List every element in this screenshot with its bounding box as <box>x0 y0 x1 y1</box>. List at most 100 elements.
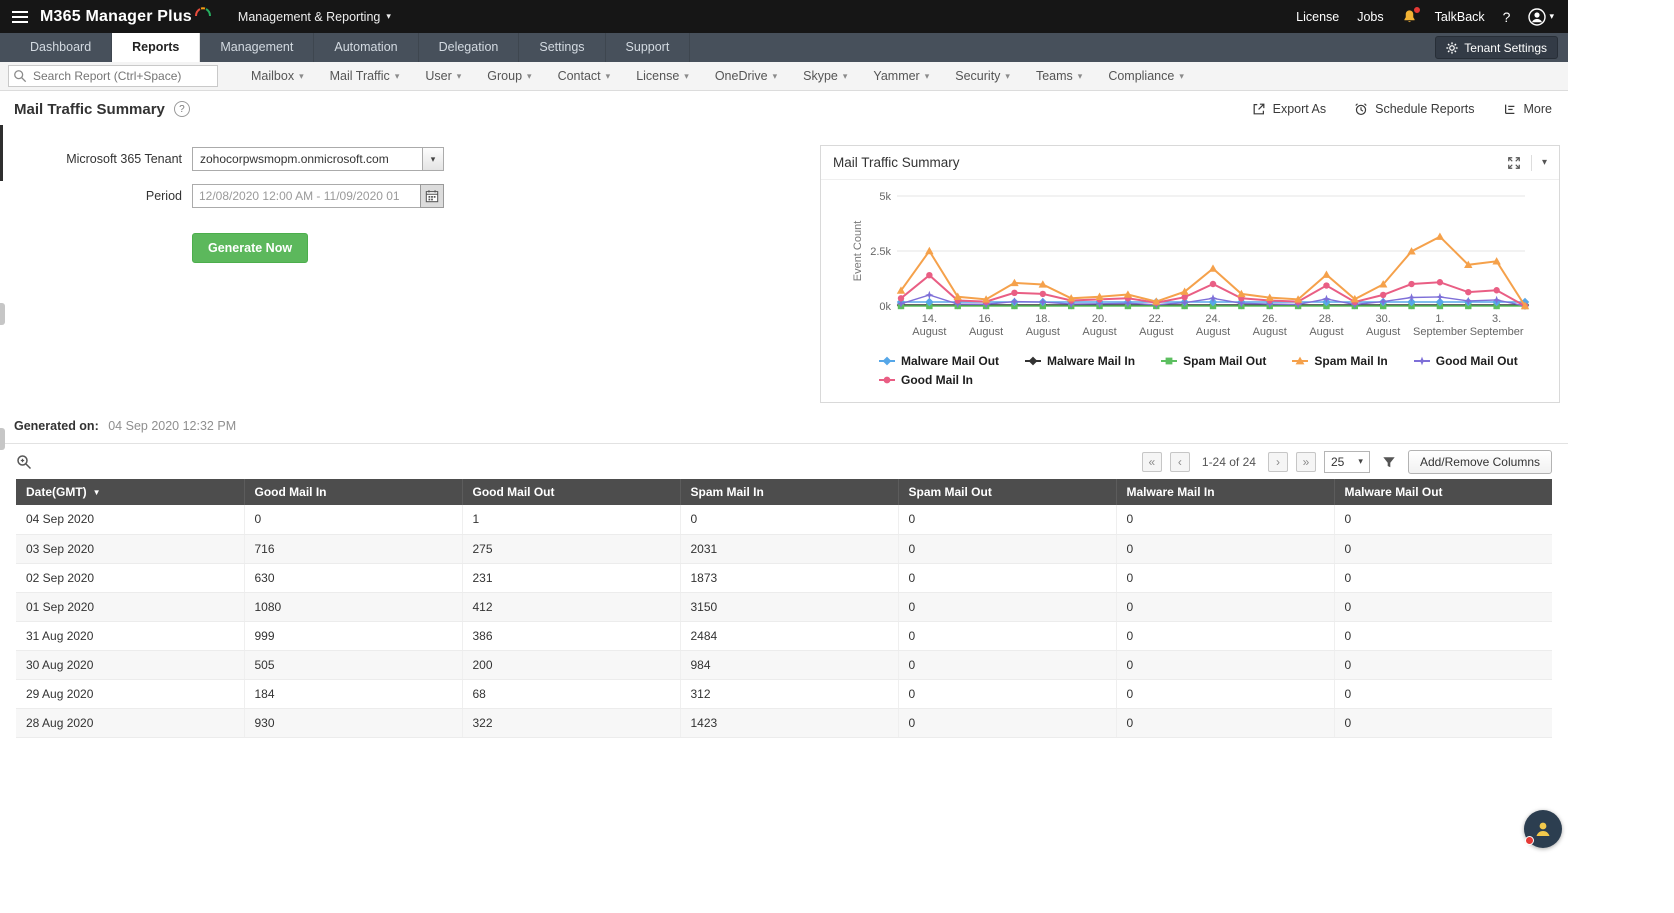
report-menu-yammer[interactable]: Yammer ▾ <box>860 62 942 91</box>
chevron-down-icon: ▾ <box>1549 11 1554 21</box>
nav-tab-delegation[interactable]: Delegation <box>419 33 520 62</box>
report-menu-teams[interactable]: Teams ▾ <box>1023 62 1095 91</box>
report-menu-mailbox[interactable]: Mailbox ▾ <box>238 62 317 91</box>
legend-marker-icon <box>1413 356 1430 366</box>
left-panel-handle[interactable] <box>0 428 5 450</box>
context-switcher[interactable]: Management & Reporting ▾ <box>238 10 391 24</box>
schedule-reports-button[interactable]: Schedule Reports <box>1354 102 1475 116</box>
table-row[interactable]: 29 Aug 2020 184 68 312 0 0 0 <box>16 679 1552 709</box>
report-menu-mail-traffic[interactable]: Mail Traffic ▾ <box>317 62 413 91</box>
page-size-select[interactable]: 25 ▾ <box>1323 450 1370 473</box>
legend-item-good-mail-out[interactable]: Good Mail Out <box>1413 354 1518 368</box>
report-menu-user[interactable]: User ▾ <box>412 62 474 91</box>
pagination-next-button[interactable]: › <box>1267 451 1288 472</box>
legend-item-malware-mail-in[interactable]: Malware Mail In <box>1025 354 1135 368</box>
nav-tab-automation[interactable]: Automation <box>314 33 419 62</box>
table-row[interactable]: 04 Sep 2020 0 1 0 0 0 0 <box>16 505 1552 535</box>
pagination-prev-button[interactable]: ‹ <box>1169 451 1190 472</box>
notifications-bell-icon[interactable] <box>1402 6 1421 24</box>
pagination-last-button[interactable]: » <box>1295 451 1316 472</box>
nav-tab-management[interactable]: Management <box>200 33 315 62</box>
svg-text:28.August: 28. August <box>1309 313 1343 338</box>
table-row[interactable]: 02 Sep 2020 630 231 1873 0 0 0 <box>16 563 1552 593</box>
nav-tab-settings[interactable]: Settings <box>519 33 606 62</box>
license-link[interactable]: License <box>1296 10 1339 24</box>
legend-row: Malware Mail Out Malware Mail In Spam Mail… <box>879 354 1559 368</box>
chart-menu-caret-icon[interactable]: ▾ <box>1542 157 1547 168</box>
period-input[interactable] <box>192 184 420 208</box>
report-table: Date(GMT) ▼ Good Mail In Good Mail Out Spam … <box>16 479 1552 738</box>
report-menus: Mailbox ▾ Mail Traffic ▾ User ▾ Group ▾ Contact ▾… <box>238 62 1197 91</box>
svg-text:26.August: 26. August <box>1253 313 1287 338</box>
table-row[interactable]: 31 Aug 2020 999 386 2484 0 0 0 <box>16 621 1552 651</box>
tenant-settings-button[interactable]: Tenant Settings <box>1435 36 1558 59</box>
legend-item-spam-mail-in[interactable]: Spam Mail In <box>1292 354 1388 368</box>
main-nav: Dashboard Reports Management Automation Dele… <box>0 33 1568 62</box>
legend-item-good-mail-in[interactable]: Good Mail In <box>879 373 973 387</box>
search-icon <box>14 70 27 83</box>
svg-text:14.August: 14. August <box>912 313 946 338</box>
legend-item-malware-mail-out[interactable]: Malware Mail Out <box>879 354 999 368</box>
chevron-down-icon: ▾ <box>924 70 930 81</box>
page-help-icon[interactable]: ? <box>173 101 190 117</box>
table-row[interactable]: 28 Aug 2020 930 322 1423 0 0 0 <box>16 708 1552 738</box>
column-header-good-mail-in[interactable]: Good Mail In <box>244 479 463 505</box>
user-avatar[interactable]: ▾ <box>1528 7 1554 26</box>
tenant-select[interactable]: zohocorpwsmopm.onmicrosoft.com ▾ <box>192 147 444 171</box>
column-header-malware-mail-in[interactable]: Malware Mail In <box>1116 479 1335 505</box>
chat-assistant-button[interactable] <box>1524 810 1562 848</box>
nav-tab-dashboard[interactable]: Dashboard <box>10 33 113 62</box>
column-header-spam-mail-out[interactable]: Spam Mail Out <box>898 479 1117 505</box>
chevron-down-icon: ▾ <box>394 70 400 81</box>
report-menu-license[interactable]: License ▾ <box>623 62 702 91</box>
search-report-input[interactable] <box>8 65 218 87</box>
report-menu-compliance[interactable]: Compliance ▾ <box>1095 62 1197 91</box>
nav-tab-support[interactable]: Support <box>606 33 691 62</box>
table-row[interactable]: 03 Sep 2020 716 275 2031 0 0 0 <box>16 534 1552 564</box>
column-header-spam-mail-in[interactable]: Spam Mail In <box>680 479 899 505</box>
pagination-first-button[interactable]: « <box>1141 451 1162 472</box>
table-row[interactable]: 30 Aug 2020 505 200 984 0 0 0 <box>16 650 1552 680</box>
table-search-icon[interactable] <box>16 454 32 470</box>
column-header-good-mail-out[interactable]: Good Mail Out <box>462 479 681 505</box>
table-toolbar: « ‹ 1-24 of 24 › » 25 ▾ Add/Remove Colum… <box>0 443 1568 479</box>
report-menu-skype[interactable]: Skype ▾ <box>790 62 860 91</box>
traffic-chart-svg: 0k 2.5k 5k Event Count 14. August 16. August 18.… <box>852 191 1530 338</box>
export-as-button[interactable]: Export As <box>1252 102 1326 116</box>
table-row[interactable]: 01 Sep 2020 1080 412 3150 0 0 0 <box>16 592 1552 622</box>
column-header-malware-mail-out[interactable]: Malware Mail Out <box>1334 479 1552 505</box>
chevron-down-icon: ▾ <box>386 11 391 21</box>
table-toolbar-right: « ‹ 1-24 of 24 › » 25 ▾ Add/Remove Colum… <box>1141 449 1552 474</box>
hamburger-menu-icon[interactable] <box>0 10 40 23</box>
chart-panel-title: Mail Traffic Summary <box>833 155 960 170</box>
user-avatar-icon <box>1528 7 1547 26</box>
legend-item-spam-mail-out[interactable]: Spam Mail Out <box>1161 354 1266 368</box>
notification-badge <box>1412 6 1421 14</box>
more-button[interactable]: More <box>1503 102 1552 116</box>
legend-marker-icon <box>879 356 895 366</box>
report-menu-group[interactable]: Group ▾ <box>474 62 544 91</box>
calendar-picker-button[interactable] <box>420 184 444 208</box>
table-body: 04 Sep 2020 0 1 0 0 0 0 03 Sep 2020 716 275 2031 0 0… <box>16 505 1552 738</box>
report-menu-contact[interactable]: Contact ▾ <box>545 62 624 91</box>
left-panel-handle[interactable] <box>0 303 5 325</box>
generate-now-button[interactable]: Generate Now <box>192 233 309 263</box>
expand-chart-icon[interactable] <box>1507 156 1521 170</box>
report-menu-security[interactable]: Security ▾ <box>942 62 1023 91</box>
add-remove-columns-button[interactable]: Add/Remove Columns <box>1407 449 1552 474</box>
svg-text:Event Count: Event Count <box>852 221 864 282</box>
svg-text:5k: 5k <box>879 191 891 203</box>
filter-icon[interactable] <box>1382 455 1396 469</box>
talkback-link[interactable]: TalkBack <box>1435 10 1485 24</box>
legend-marker-icon <box>1292 356 1309 365</box>
chevron-down-icon: ▾ <box>299 70 304 81</box>
legend-marker-icon <box>1025 356 1042 366</box>
help-icon[interactable]: ? <box>1503 9 1511 25</box>
nav-tab-reports[interactable]: Reports <box>112 33 201 62</box>
content-section: Microsoft 365 Tenant zohocorpwsmopm.onmi… <box>0 125 1568 405</box>
chevron-down-icon: ▾ <box>1358 456 1363 466</box>
column-header-date-gmt-[interactable]: Date(GMT) ▼ <box>16 479 245 505</box>
jobs-link[interactable]: Jobs <box>1357 10 1383 24</box>
legend-marker-icon <box>879 376 895 384</box>
report-menu-onedrive[interactable]: OneDrive ▾ <box>702 62 790 91</box>
